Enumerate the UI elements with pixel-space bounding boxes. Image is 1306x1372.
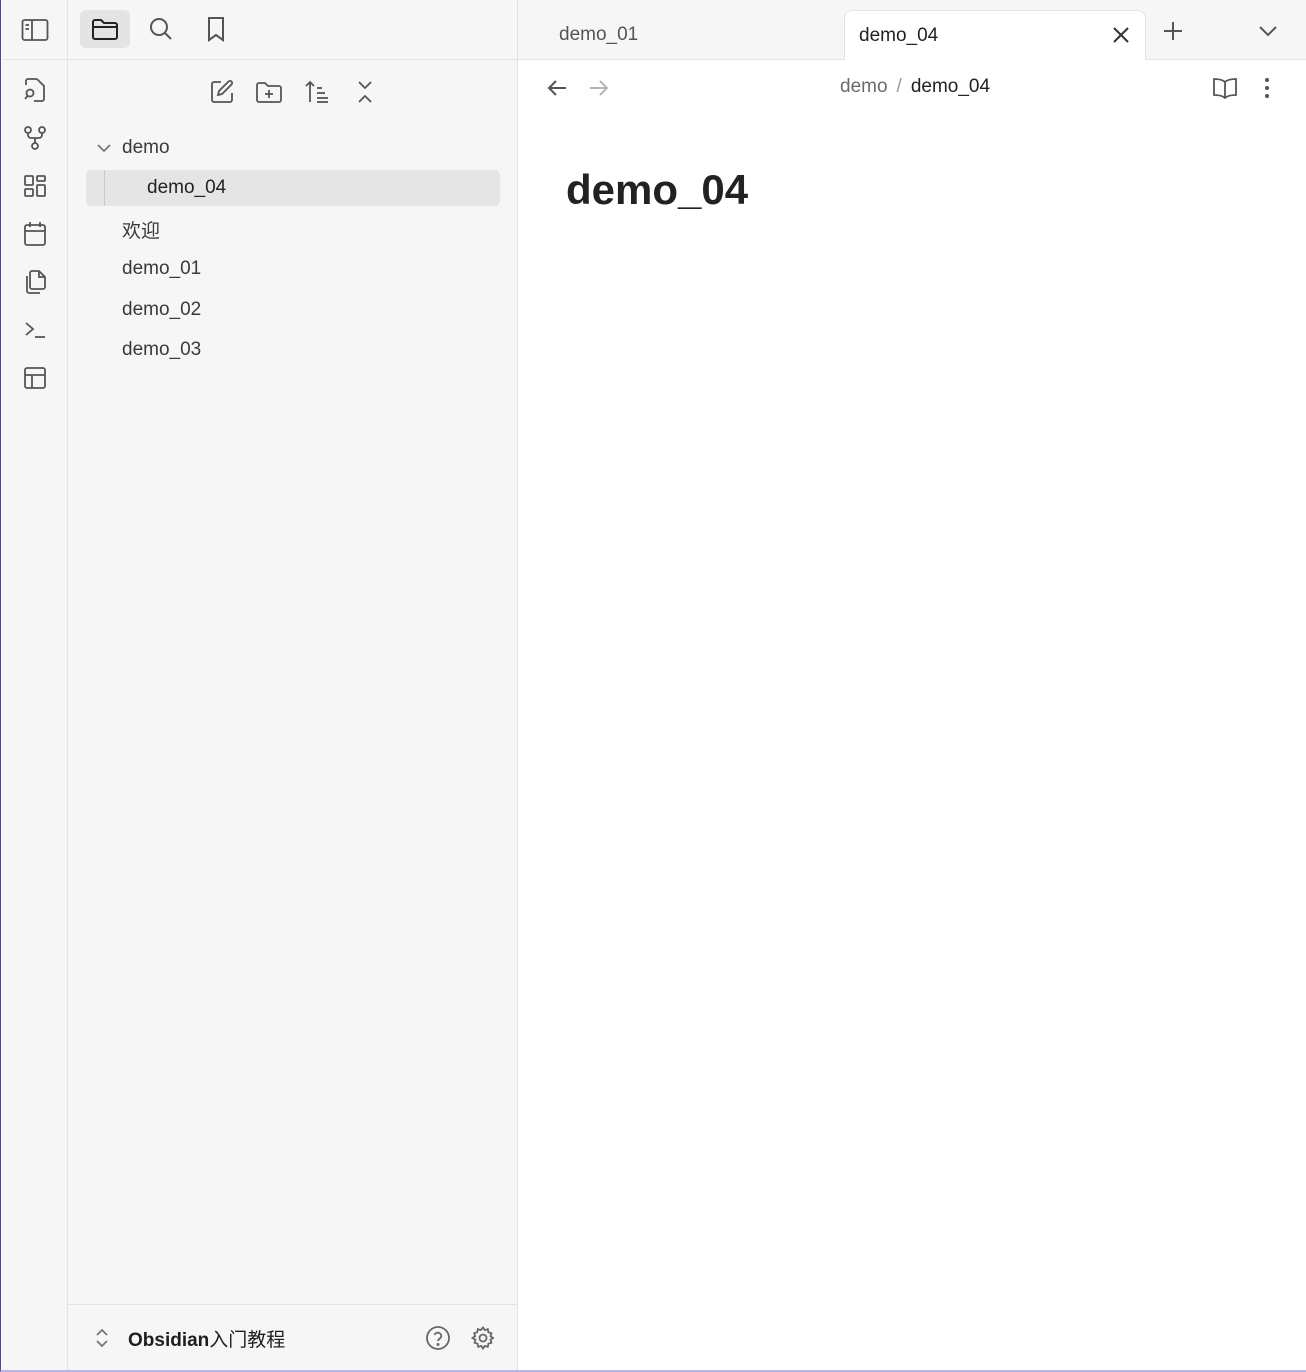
sidebar-tabs: [68, 0, 518, 60]
layout-dashboard-icon: [24, 175, 46, 197]
layout-template-icon: [24, 367, 46, 389]
tab-list-button[interactable]: [1251, 14, 1285, 48]
tree-folder-demo[interactable]: demo: [92, 130, 502, 166]
breadcrumb-current[interactable]: demo_04: [911, 76, 990, 98]
editor-area: demo_01 demo_04 demo / demo_04 demo_04: [518, 0, 1306, 1370]
folder-label: demo: [122, 137, 170, 158]
folder-plus-icon: [256, 82, 282, 103]
arrow-left-icon: [547, 80, 566, 96]
reading-view-button[interactable]: [1208, 71, 1242, 105]
sort-ascending-icon: [305, 80, 328, 103]
graph-view-button[interactable]: [19, 122, 51, 154]
new-note-button[interactable]: [204, 74, 240, 110]
more-options-button[interactable]: [1250, 71, 1284, 105]
app-window: demo demo_04 欢迎 demo_01 demo_02 demo_03 …: [0, 0, 1306, 1372]
new-tab-button[interactable]: [1156, 14, 1190, 48]
forward-button[interactable]: [582, 71, 616, 105]
tab-bar: demo_01 demo_04: [518, 0, 1306, 60]
tab-bookmarks[interactable]: [191, 10, 241, 48]
tree-file-active[interactable]: demo_04: [86, 170, 500, 206]
gear-icon: [470, 1326, 495, 1351]
indent-guide: [104, 170, 105, 206]
chevrons-collapse-icon: [358, 81, 372, 103]
vault-switcher: Obsidian入门教程: [68, 1304, 518, 1370]
tree-file[interactable]: demo_03: [122, 332, 502, 368]
breadcrumb-separator: /: [896, 76, 902, 97]
file-explorer-sidebar: demo demo_04 欢迎 demo_01 demo_02 demo_03 …: [68, 0, 518, 1370]
folder-icon: [92, 19, 118, 40]
vault-name-cn: 入门教程: [209, 1330, 286, 1351]
terminal-icon: [25, 322, 45, 338]
tab-files[interactable]: [80, 10, 130, 48]
tab-label: demo_04: [859, 24, 939, 46]
tree-file[interactable]: demo_02: [122, 292, 502, 328]
more-vertical-icon: [1265, 78, 1269, 98]
settings-button[interactable]: [466, 1321, 500, 1355]
file-label: demo_03: [122, 339, 202, 360]
templates-button[interactable]: [19, 266, 51, 298]
chevrons-up-down-icon[interactable]: [94, 1327, 110, 1349]
tree-file[interactable]: demo_01: [122, 251, 502, 287]
breadcrumb-parent[interactable]: demo: [840, 76, 888, 98]
file-label: demo_04: [147, 177, 227, 198]
ribbon: [2, 0, 68, 1370]
file-label: 欢迎: [122, 220, 161, 242]
file-search-icon: [24, 78, 45, 102]
plus-icon: [1164, 22, 1182, 40]
file-label: demo_01: [122, 258, 202, 279]
git-fork-icon: [24, 126, 46, 150]
document-title[interactable]: demo_04: [566, 166, 748, 214]
new-folder-button[interactable]: [251, 74, 287, 110]
breadcrumb: demo / demo_04: [840, 76, 990, 98]
tab-search[interactable]: [136, 10, 186, 48]
command-palette-button[interactable]: [19, 314, 51, 346]
close-icon: [1113, 27, 1129, 43]
arrow-right-icon: [590, 80, 609, 96]
help-button[interactable]: [421, 1321, 455, 1355]
canvas-button[interactable]: [19, 170, 51, 202]
vault-name-latin: Obsidian: [128, 1330, 210, 1351]
bookmark-icon: [208, 17, 224, 42]
tree-file[interactable]: 欢迎: [122, 211, 502, 247]
toggle-sidebar-button[interactable]: [19, 14, 51, 46]
calendar-icon: [24, 222, 46, 246]
help-circle-icon: [426, 1326, 450, 1350]
daily-note-button[interactable]: [19, 218, 51, 250]
chevron-down-icon: [92, 143, 116, 153]
ribbon-top: [2, 0, 68, 60]
close-tab-button[interactable]: [1109, 23, 1133, 47]
quick-switcher-button[interactable]: [19, 74, 51, 106]
book-open-icon: [1213, 78, 1237, 99]
tab-demo-01[interactable]: demo_01: [545, 10, 845, 60]
search-icon: [150, 18, 172, 40]
sort-button[interactable]: [299, 74, 335, 110]
tab-demo-04[interactable]: demo_04: [844, 10, 1146, 60]
chevron-down-icon: [1259, 26, 1277, 37]
vault-name[interactable]: Obsidian入门教程: [128, 1325, 285, 1352]
files-icon: [26, 270, 46, 294]
file-label: demo_02: [122, 299, 202, 320]
tab-label: demo_01: [559, 24, 639, 45]
back-button[interactable]: [540, 71, 574, 105]
sidebar-toggle-icon: [21, 19, 49, 41]
collapse-all-button[interactable]: [347, 74, 383, 110]
layout-button[interactable]: [19, 362, 51, 394]
edit-icon: [211, 80, 233, 103]
